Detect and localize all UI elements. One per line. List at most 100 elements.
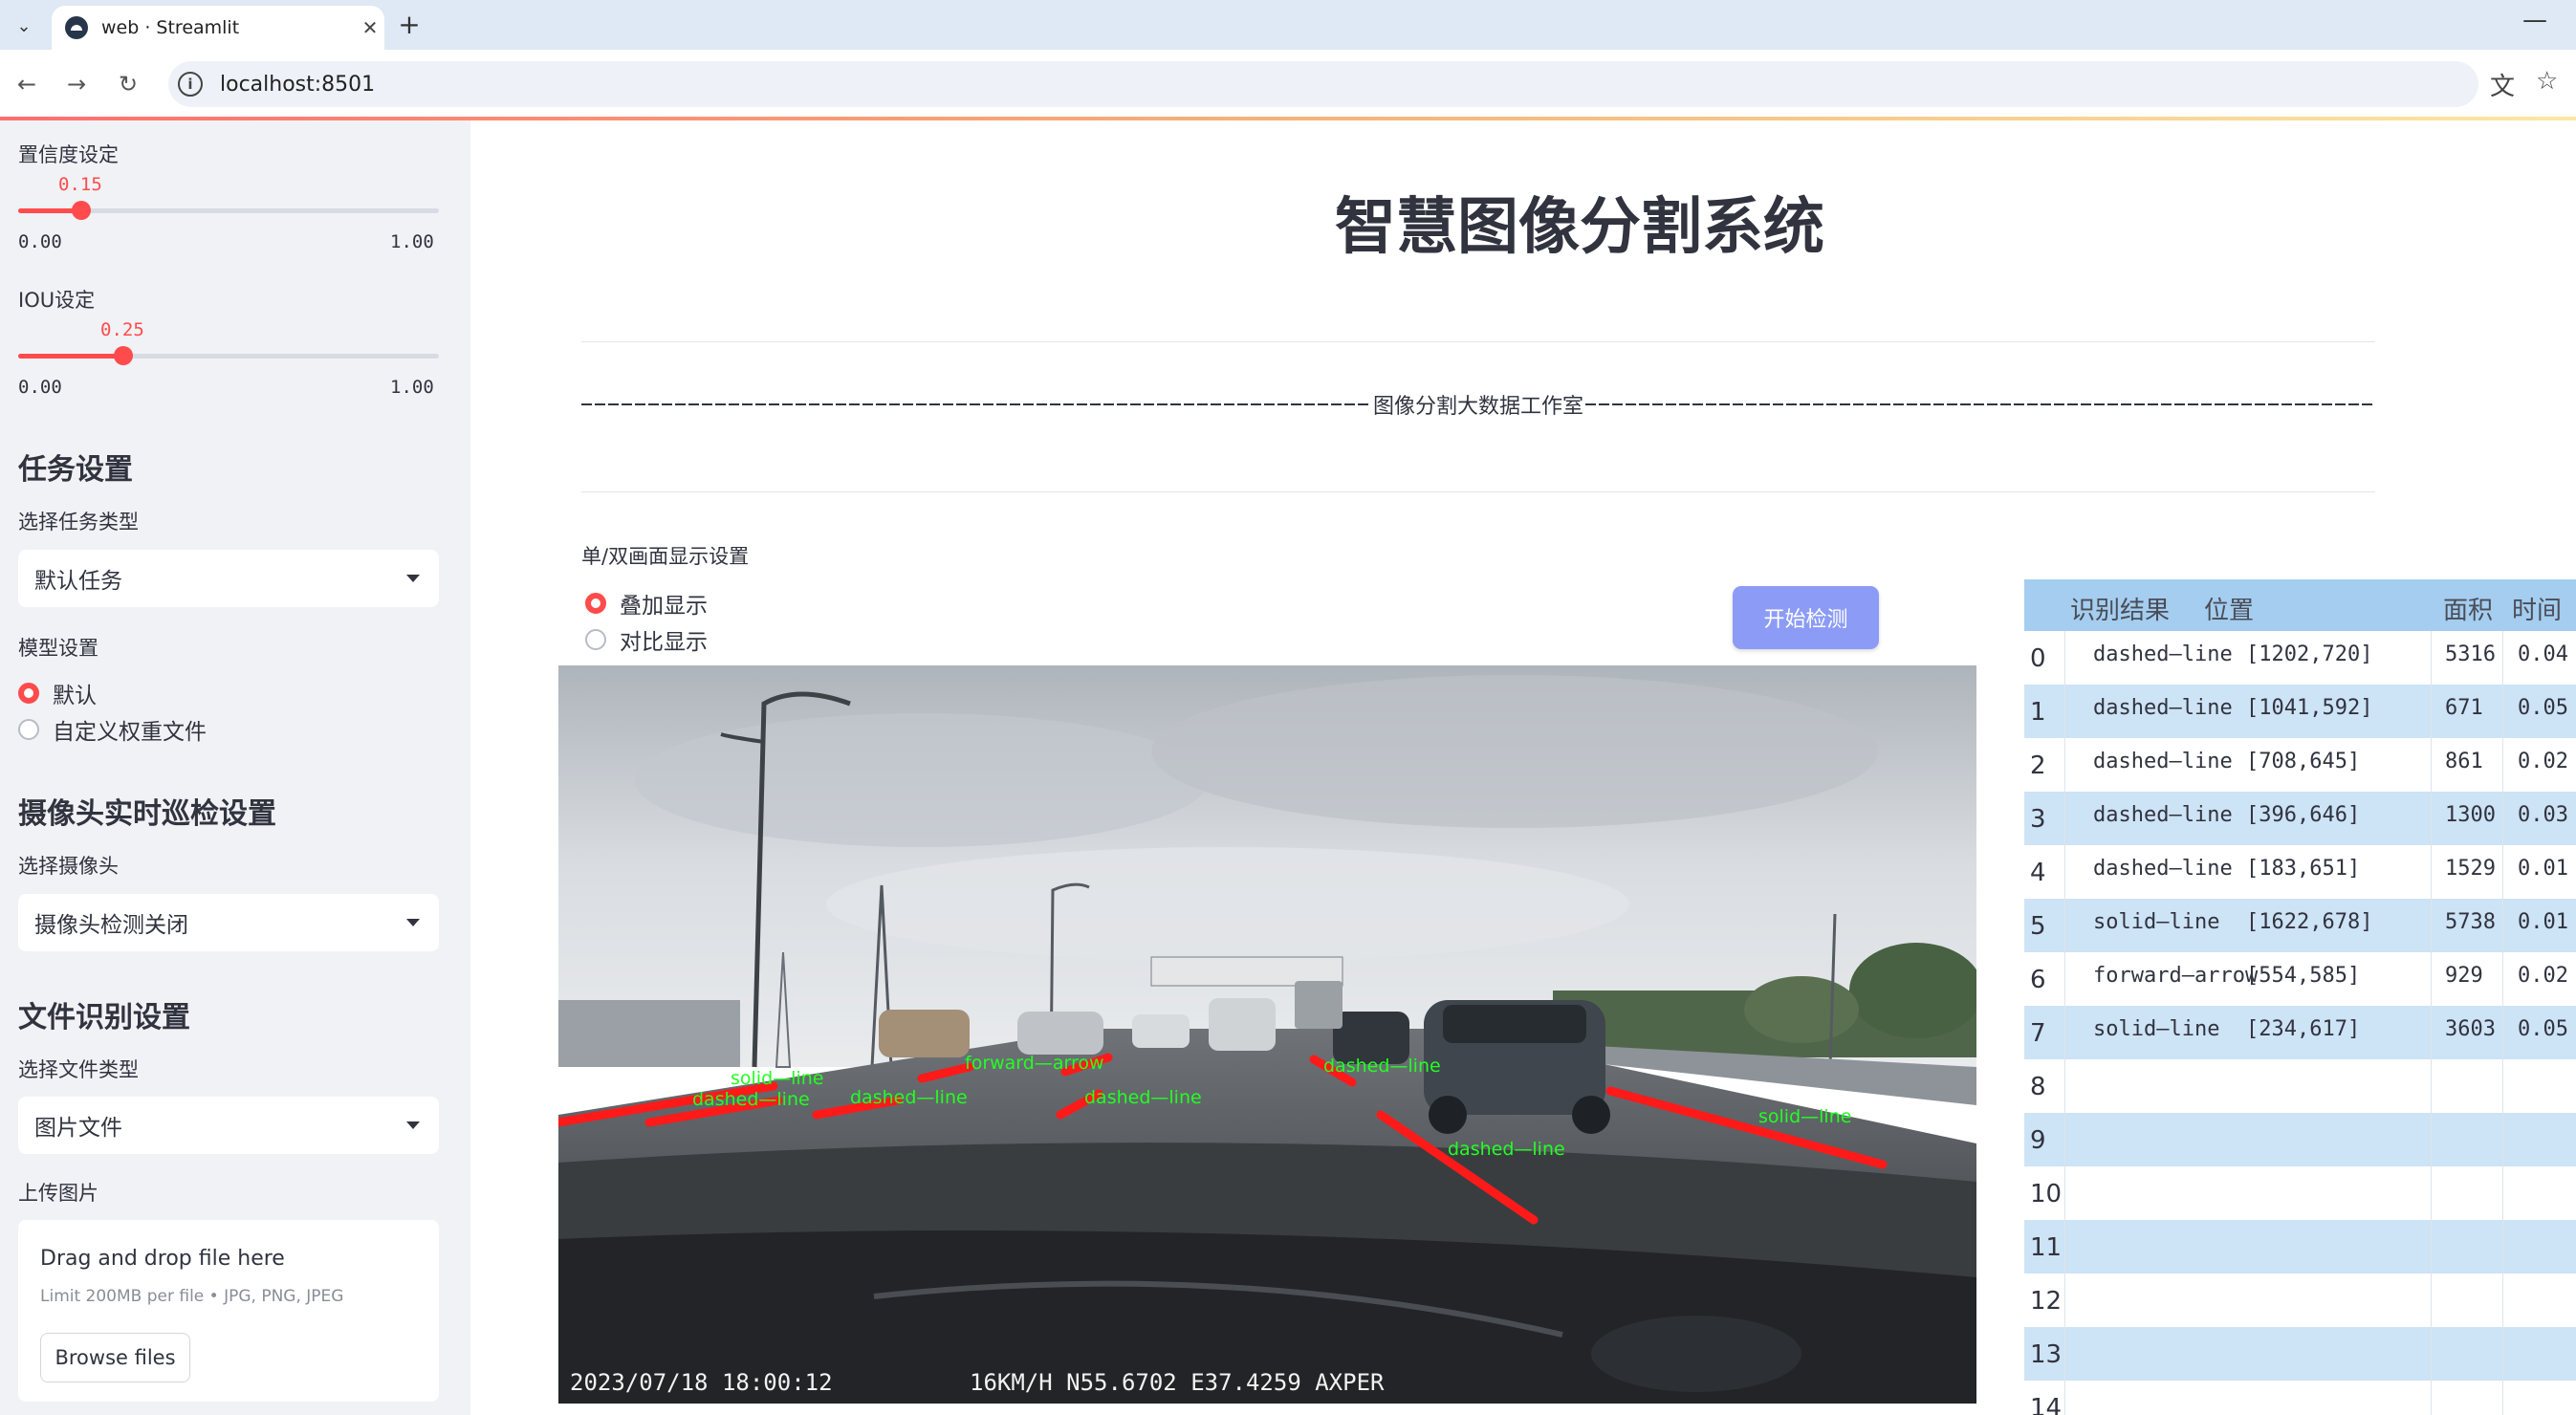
confidence-slider[interactable]: 0.15 — [18, 174, 439, 220]
label-dashed-line: dashed—line — [1084, 1087, 1202, 1108]
row-index: 6 — [2030, 966, 2046, 994]
table-row[interactable]: 1 dashed—line [1041,592] 671 0.05 — [2024, 685, 2576, 738]
display-radio-overlay[interactable]: 叠加显示 — [585, 587, 708, 620]
model-radio-default[interactable]: 默认 — [18, 677, 97, 709]
table-row[interactable]: 10 — [2024, 1166, 2576, 1220]
camera-select[interactable]: 摄像头检测关闭 — [18, 894, 439, 951]
table-row[interactable]: 14 — [2024, 1381, 2576, 1415]
col-header-position: 位置 — [2204, 597, 2255, 625]
table-row[interactable]: 7 solid—line [234,617] 3603 0.05 — [2024, 1006, 2576, 1059]
table-row[interactable]: 2 dashed—line [708,645] 861 0.02 — [2024, 738, 2576, 792]
star-icon[interactable]: ☆ — [2536, 67, 2558, 96]
upload-label: 上传图片 — [18, 1182, 98, 1205]
truck — [1295, 981, 1343, 1029]
row-index: 9 — [2030, 1126, 2046, 1155]
display-option-label: 对比显示 — [620, 630, 708, 655]
tab-title: web · Streamlit — [101, 17, 240, 38]
table-header: 识别结果 位置 面积 时间 — [2024, 579, 2576, 631]
cell-area: 3603 — [2445, 1017, 2496, 1041]
row-index: 2 — [2030, 751, 2046, 780]
table-row[interactable]: 5 solid—line [1622,678] 5738 0.01 — [2024, 899, 2576, 952]
cell-class: dashed—line — [2093, 803, 2233, 827]
radio-unchecked-icon[interactable] — [585, 629, 606, 650]
radio-unchecked-icon[interactable] — [18, 719, 39, 740]
main-content: 智慧图像分割系统 图像分割大数据工作室 单/双画面显示设置 叠加显示 对比显示 … — [470, 120, 2576, 1415]
translate-icon[interactable]: 文 — [2490, 67, 2515, 102]
browser-tab-bar: ⌄ web · Streamlit ✕ + — — [0, 0, 2576, 50]
confidence-max: 1.00 — [390, 231, 434, 252]
column-divider — [2431, 631, 2432, 1415]
table-row[interactable]: 0 dashed—line [1202,720] 5316 0.04 — [2024, 631, 2576, 685]
model-settings-label: 模型设置 — [18, 637, 98, 660]
task-type-value: 默认任务 — [34, 569, 122, 594]
browse-files-button[interactable]: Browse files — [40, 1333, 190, 1382]
row-index: 1 — [2030, 698, 2046, 727]
address-bar[interactable]: i localhost:8501 — [168, 61, 2478, 107]
label-solid-line: solid—line — [1758, 1106, 1851, 1127]
minimize-icon[interactable]: — — [2522, 6, 2547, 34]
confidence-label: 置信度设定 — [18, 143, 119, 166]
browser-nav-bar: ← → ↻ i localhost:8501 文 ☆ — [0, 50, 2576, 119]
iou-slider-thumb[interactable] — [114, 346, 133, 365]
table-row[interactable]: 13 — [2024, 1327, 2576, 1381]
display-radio-compare[interactable]: 对比显示 — [585, 623, 708, 656]
file-dropzone[interactable]: Drag and drop file here Limit 200MB per … — [18, 1220, 439, 1402]
dashcam-scene: solid—line dashed—line dashed—line forwa… — [558, 665, 1976, 1404]
cell-time: 0.01 — [2518, 857, 2568, 881]
table-row[interactable]: 8 — [2024, 1059, 2576, 1113]
table-row[interactable]: 11 — [2024, 1220, 2576, 1274]
label-solid-line: solid—line — [731, 1068, 823, 1089]
chevron-down-icon[interactable]: ⌄ — [8, 10, 40, 42]
table-row[interactable]: 3 dashed—line [396,646] 1300 0.03 — [2024, 792, 2576, 845]
table-row[interactable]: 6 forward—arrow [554,585] 929 0.02 — [2024, 952, 2576, 1006]
model-option-label: 默认 — [53, 684, 97, 708]
label-dashed-line: dashed—line — [1323, 1056, 1441, 1077]
table-row[interactable]: 12 — [2024, 1274, 2576, 1327]
dashcam-telemetry: 16KM/H N55.6702 E37.4259 AXPER — [970, 1369, 1385, 1396]
close-icon[interactable]: ✕ — [356, 16, 384, 39]
sidebar: 置信度设定 0.15 0.00 1.00 IOU设定 0.25 0.00 1.0… — [0, 120, 470, 1415]
info-icon[interactable]: i — [178, 72, 203, 97]
confidence-slider-thumb[interactable] — [72, 201, 91, 220]
model-radio-custom[interactable]: 自定义权重文件 — [18, 713, 207, 746]
divider — [581, 341, 2375, 342]
file-type-select[interactable]: 图片文件 — [18, 1097, 439, 1154]
forward-icon[interactable]: → — [57, 65, 96, 103]
display-mode-label: 单/双画面显示设置 — [581, 545, 750, 568]
dash-rule — [1585, 403, 2375, 405]
iou-max: 1.00 — [390, 377, 434, 398]
cell-class: forward—arrow — [2093, 964, 2259, 988]
iou-value: 0.25 — [100, 319, 144, 340]
plus-icon[interactable]: + — [392, 8, 426, 42]
radio-checked-icon[interactable] — [18, 683, 39, 704]
camera-value: 摄像头检测关闭 — [34, 913, 188, 938]
cell-area: 1300 — [2445, 803, 2496, 827]
back-icon[interactable]: ← — [8, 65, 46, 103]
task-settings-header: 任务设置 — [18, 453, 133, 487]
browser-tab[interactable]: web · Streamlit ✕ — [52, 6, 384, 50]
chevron-down-icon — [406, 575, 420, 582]
cell-position: [708,645] — [2246, 750, 2361, 773]
col-header-time: 时间 — [2512, 597, 2563, 625]
table-row[interactable]: 4 dashed—line [183,651] 1529 0.01 — [2024, 845, 2576, 899]
table-row[interactable]: 9 — [2024, 1113, 2576, 1166]
file-type-label: 选择文件类型 — [18, 1058, 139, 1081]
cell-class: dashed—line — [2093, 857, 2233, 881]
label-dashed-line: dashed—line — [850, 1087, 968, 1108]
model-option-label: 自定义权重文件 — [53, 720, 207, 745]
col-header-area: 面积 — [2443, 597, 2494, 625]
cell-area: 5738 — [2445, 910, 2496, 934]
dashcam-overlay: 2023/07/18 18:00:12 16KM/H N55.6702 E37.… — [570, 1369, 1385, 1396]
task-type-select[interactable]: 默认任务 — [18, 550, 439, 607]
cell-time: 0.03 — [2518, 803, 2568, 827]
cell-area: 861 — [2445, 750, 2483, 773]
reload-icon[interactable]: ↻ — [109, 65, 147, 103]
cell-position: [183,651] — [2246, 857, 2361, 881]
start-detection-button[interactable]: 开始检测 — [1733, 586, 1879, 649]
cell-position: [1202,720] — [2246, 642, 2373, 666]
dash-rule — [581, 403, 1371, 405]
confidence-value: 0.15 — [58, 174, 102, 195]
cell-position: [554,585] — [2246, 964, 2361, 988]
radio-checked-icon[interactable] — [585, 593, 606, 614]
iou-slider[interactable]: 0.25 — [18, 319, 439, 365]
